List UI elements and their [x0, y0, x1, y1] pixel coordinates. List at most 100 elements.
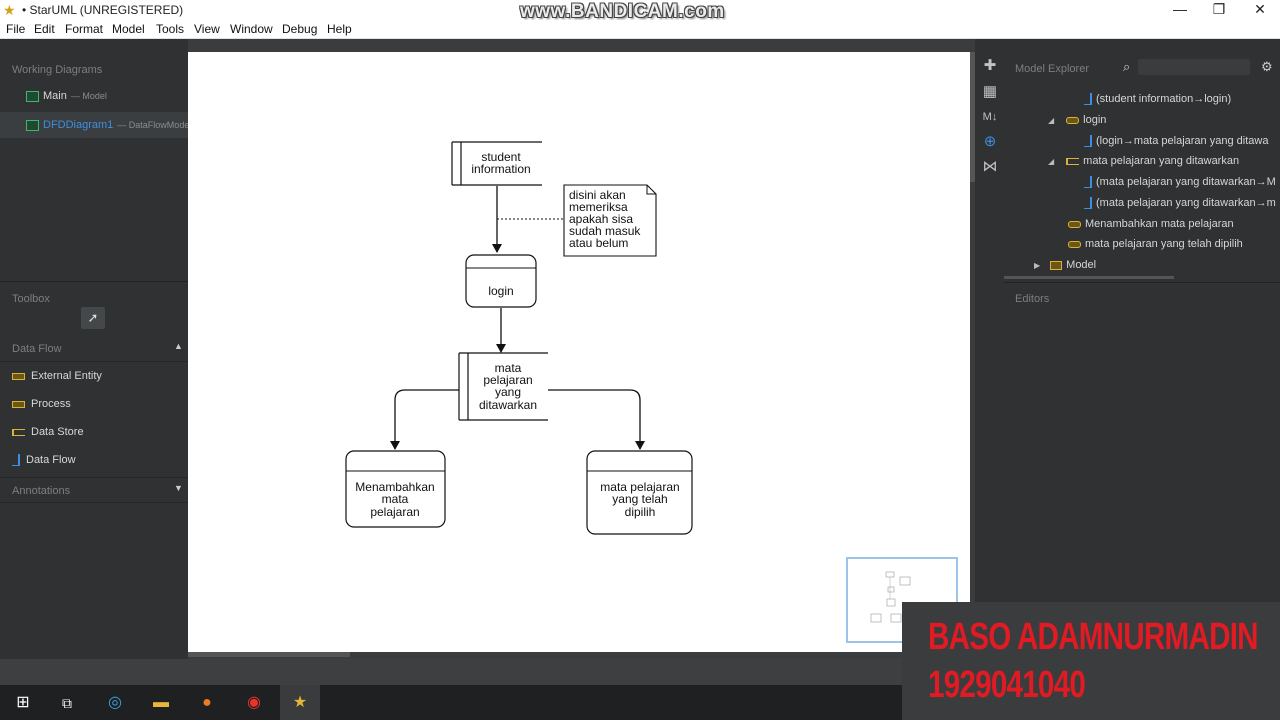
working-diagrams-title: Working Diagrams	[12, 64, 103, 76]
model-item-label: (login→mata pelajaran yang ditawa	[1096, 135, 1269, 147]
diagram-sub: — Model	[70, 91, 107, 101]
model-tree-item[interactable]: (login→mata pelajaran yang ditawa	[1084, 135, 1268, 147]
tool-external-entity[interactable]: External Entity	[12, 370, 102, 382]
data-flow-icon	[12, 454, 20, 466]
annotations-title: Annotations	[12, 485, 71, 497]
data-store-mata-pelajaran-ditawarkan[interactable]: mata pelajaran yang ditawarkan	[458, 352, 548, 421]
window-title: • StarUML (UNREGISTERED)	[22, 3, 184, 17]
data-flow-icon	[1084, 135, 1092, 147]
extensions-icon[interactable]: ✚	[981, 57, 999, 75]
menu-model[interactable]: Model	[112, 22, 145, 36]
node-label: pelajaran	[370, 505, 419, 519]
divider	[0, 281, 188, 282]
data-store-icon	[12, 428, 25, 436]
task-view-icon[interactable]: ⧉	[54, 690, 80, 716]
author-overlay: BASO ADAMNURMADIN 1929041040	[902, 602, 1280, 720]
navigator-icon[interactable]: ⊕	[981, 133, 999, 151]
share-icon[interactable]: ⋈	[981, 158, 999, 176]
menu-bar: File Edit Format Model Tools View Window…	[0, 20, 1280, 39]
model-tree-item[interactable]: ▶ Model	[1034, 259, 1096, 271]
pointer-tool-button[interactable]: ➚	[81, 307, 105, 329]
divider	[1004, 282, 1280, 283]
gear-icon[interactable]: ⚙	[1261, 59, 1273, 75]
cursor-icon: ➚	[87, 310, 99, 325]
data-flow-icon	[1084, 197, 1092, 209]
model-search-input[interactable]	[1138, 59, 1250, 75]
model-explorer-panel: Model Explorer ⌕ ⚙ (student information→…	[1004, 39, 1280, 659]
tool-label: Data Flow	[26, 454, 76, 466]
collapsed-triangle-icon[interactable]: ▶	[1034, 261, 1040, 270]
bandicam-record-icon[interactable]: ◉	[241, 690, 267, 716]
horizontal-scrollbar[interactable]	[188, 652, 350, 657]
data-store-student-information[interactable]: student information	[451, 141, 542, 186]
node-label: yang	[495, 385, 521, 399]
tool-label: Process	[31, 398, 71, 410]
editors-title: Editors	[1015, 293, 1050, 305]
tool-data-store[interactable]: Data Store	[12, 426, 84, 438]
staruml-task-icon[interactable]: ★	[287, 690, 313, 716]
layout-icon[interactable]: ▦	[981, 83, 999, 101]
menu-window[interactable]: Window	[230, 22, 273, 36]
minimize-button[interactable]: —	[1160, 0, 1200, 20]
model-tree-item[interactable]: (mata pelajaran yang ditawarkan→M	[1084, 176, 1276, 188]
author-id: 1929041040	[928, 664, 1086, 706]
expand-triangle-icon[interactable]: ◢	[1048, 157, 1054, 166]
expand-triangle-icon[interactable]: ◢	[1048, 116, 1054, 125]
explorer-scrollbar[interactable]	[1004, 276, 1174, 279]
left-sidebar: Working Diagrams Main — Model DFDDiagram…	[0, 39, 189, 659]
model-tree-item[interactable]: ◢ login	[1048, 114, 1106, 126]
model-tree-item[interactable]: Menambahkan mata pelajaran	[1068, 218, 1234, 230]
data-flow-icon	[1084, 176, 1092, 188]
data-flow-section-header[interactable]: Data Flow ▲	[0, 336, 188, 362]
file-explorer-icon[interactable]: ▬	[148, 690, 174, 716]
node-label: information	[471, 162, 530, 176]
data-flow-title: Data Flow	[12, 343, 62, 355]
menu-format[interactable]: Format	[65, 22, 103, 36]
flow-to-menambahkan[interactable]	[390, 389, 459, 450]
tool-process[interactable]: Process	[12, 398, 71, 410]
node-label: mata	[382, 492, 409, 506]
menu-help[interactable]: Help	[327, 22, 352, 36]
data-flow-icon	[1084, 93, 1092, 105]
title-bar: ★ • StarUML (UNREGISTERED) www.BANDICAM.…	[0, 0, 1280, 22]
author-name: BASO ADAMNURMADIN	[928, 616, 1259, 658]
diagram-label: Main	[43, 90, 67, 102]
model-tree-item[interactable]: mata pelajaran yang telah dipilih	[1068, 238, 1243, 250]
restore-button[interactable]: ❐	[1199, 0, 1239, 20]
annotations-section-header[interactable]: Annotations ▼	[0, 477, 188, 503]
flow-to-dipilih[interactable]	[548, 389, 645, 450]
model-tree-item[interactable]: (mata pelajaran yang ditawarkan→m	[1084, 197, 1276, 209]
tool-label: External Entity	[31, 370, 102, 382]
process-menambahkan-mata-pelajaran[interactable]: Menambahkan mata pelajaran	[345, 450, 446, 528]
process-icon	[12, 400, 25, 408]
close-button[interactable]: ✕	[1240, 0, 1280, 20]
diagram-sub: — DataFlowMode	[117, 120, 190, 130]
diagram-label: DFDDiagram1	[43, 119, 114, 131]
menu-edit[interactable]: Edit	[34, 22, 55, 36]
working-diagram-main[interactable]: Main — Model	[26, 90, 107, 102]
model-item-label: mata pelajaran yang telah dipilih	[1085, 238, 1243, 250]
firefox-icon[interactable]: ●	[194, 690, 220, 716]
windows-start-icon[interactable]: ⊞	[10, 690, 36, 716]
process-mata-pelajaran-dipilih[interactable]: mata pelajaran yang telah dipilih	[586, 450, 693, 535]
process-icon	[1068, 240, 1081, 248]
note-annotation[interactable]: disini akan memeriksa apakah sisa sudah …	[563, 184, 657, 257]
process-login[interactable]: login	[465, 254, 537, 308]
note-line: atau belum	[569, 236, 628, 250]
tool-data-flow[interactable]: Data Flow	[12, 454, 76, 466]
model-tree-item[interactable]: (student information→login)	[1084, 93, 1231, 105]
menu-file[interactable]: File	[6, 22, 25, 36]
menu-view[interactable]: View	[194, 22, 220, 36]
model-item-label: (mata pelajaran yang ditawarkan→m	[1096, 197, 1276, 209]
markdown-icon[interactable]: M↓	[981, 108, 999, 126]
menu-debug[interactable]: Debug	[282, 22, 317, 36]
staruml-logo-icon: ★	[3, 2, 16, 18]
menu-tools[interactable]: Tools	[156, 22, 184, 36]
diagram-icon	[26, 119, 39, 131]
search-icon[interactable]: ⌕	[1123, 59, 1130, 75]
model-tree-item[interactable]: ◢ mata pelajaran yang ditawarkan	[1048, 155, 1239, 167]
tool-label: Data Store	[31, 426, 84, 438]
edge-browser-icon[interactable]: ◎	[102, 690, 128, 716]
working-diagram-dfd[interactable]: DFDDiagram1 — DataFlowMode	[26, 119, 189, 131]
toolbox-title: Toolbox	[12, 293, 50, 305]
